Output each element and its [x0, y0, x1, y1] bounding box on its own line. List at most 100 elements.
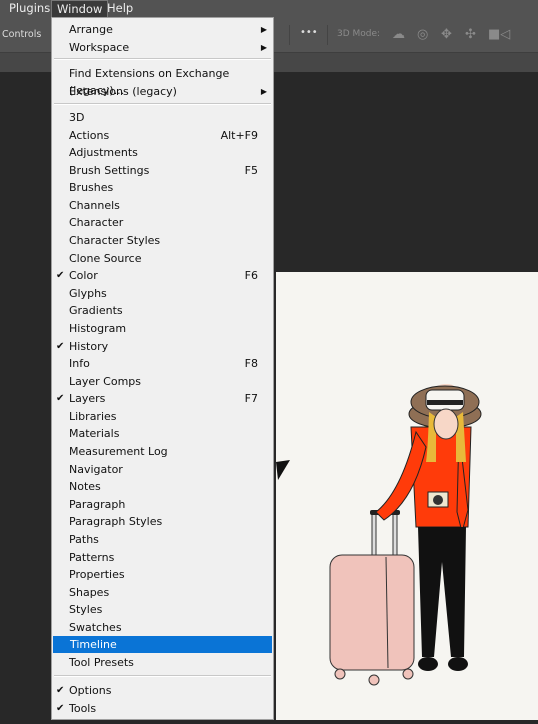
menu-item-3d[interactable]: 3D [52, 109, 273, 126]
menu-item-label: Libraries [69, 409, 117, 423]
more-options-button[interactable]: ••• [300, 27, 318, 38]
menu-item-histogram[interactable]: Histogram [52, 320, 273, 337]
menu-bar: Plugins Window Help [0, 0, 538, 17]
menu-item-label: Brush Settings [69, 163, 150, 177]
submenu-arrow-icon: ▶ [260, 25, 267, 34]
menu-item-label: Navigator [69, 462, 123, 476]
orbit-icon[interactable]: ☁ [392, 27, 405, 42]
3d-mode-label: 3D Mode: [337, 29, 381, 39]
menu-item-label: Brushes [69, 181, 114, 195]
menu-item-label: Properties [69, 568, 125, 582]
menu-item-label: Histogram [69, 321, 127, 335]
menu-item-adjustments[interactable]: Adjustments [52, 144, 273, 161]
menu-item-label: Patterns [69, 550, 115, 564]
menu-item-libraries[interactable]: Libraries [52, 408, 273, 425]
checkmark-icon: ✔ [56, 270, 65, 282]
menu-item-navigator[interactable]: Navigator [52, 461, 273, 478]
checkmark-icon: ✔ [56, 685, 65, 696]
menu-item-label: Layers [69, 392, 106, 406]
menu-separator [54, 58, 271, 60]
menu-item-patterns[interactable]: Patterns [52, 549, 273, 566]
controls-label: Controls [2, 29, 42, 40]
menu-item-label: Paragraph Styles [69, 515, 163, 529]
menu-item-gradients[interactable]: Gradients [52, 302, 273, 319]
menu-item-label: Materials [69, 427, 120, 441]
slide-icon[interactable]: ✣ [465, 27, 476, 42]
pan-icon[interactable]: ✥ [441, 27, 452, 42]
menu-item-label: Options [69, 684, 112, 697]
menu-item-character[interactable]: Character [52, 214, 273, 231]
checkmark-icon: ✔ [56, 702, 65, 714]
menu-item-label: Notes [69, 480, 101, 494]
menu-item-workspace[interactable]: Workspace ▶ [52, 39, 273, 56]
menu-item-properties[interactable]: Properties [52, 566, 273, 583]
menu-item-label: Channels [69, 198, 120, 212]
menu-item-label: History [69, 339, 109, 353]
document-canvas [276, 272, 538, 720]
menu-window[interactable]: Window [51, 0, 109, 17]
menu-item-styles[interactable]: Styles [52, 601, 273, 618]
menu-item-shapes[interactable]: Shapes [52, 584, 273, 601]
menu-separator [54, 675, 271, 677]
menu-item-label: Actions [69, 128, 110, 142]
menu-plugins[interactable]: Plugins [4, 0, 55, 17]
shortcut-label: F8 [244, 357, 258, 371]
menu-item-materials[interactable]: Materials [52, 425, 273, 442]
menu-item-layer-comps[interactable]: Layer Comps [52, 373, 273, 390]
divider [289, 25, 290, 45]
menu-item-extensions-legacy[interactable]: Extensions (legacy) ▶ [52, 83, 273, 100]
menu-item-paragraph[interactable]: Paragraph [52, 496, 273, 513]
menu-item-label: Character Styles [69, 234, 161, 248]
menu-item-label: Color [69, 269, 98, 283]
camera-icon[interactable]: ■◁ [488, 27, 510, 42]
menu-item-label: Glyphs [69, 286, 107, 300]
menu-item-tools[interactable]: ✔ Tools [52, 700, 273, 717]
menu-item-label: Extensions (legacy) [69, 85, 177, 98]
menu-item-tool-presets[interactable]: Tool Presets [52, 654, 273, 671]
menu-item-clone-source[interactable]: Clone Source [52, 250, 273, 267]
menu-item-label: Tools [69, 701, 97, 715]
menu-item-character-styles[interactable]: Character Styles [52, 232, 273, 249]
menu-item-notes[interactable]: Notes [52, 478, 273, 495]
menu-help[interactable]: Help [102, 0, 138, 17]
menu-item-find-extensions-on-exchange-legacy[interactable]: Find Extensions on Exchange (legacy)... [52, 65, 273, 97]
menu-item-label: Arrange [69, 23, 113, 36]
menu-item-label: Info [69, 357, 90, 371]
shortcut-label: Alt+F9 [220, 128, 258, 142]
shortcut-label: F5 [244, 163, 258, 177]
menu-item-label: Layer Comps [69, 374, 142, 388]
menu-item-history[interactable]: ✔ History [52, 338, 273, 355]
menu-item-label: Workspace [69, 40, 130, 54]
menu-item-layers[interactable]: ✔ Layers F7 [52, 390, 273, 407]
illustration-traveler [276, 384, 482, 686]
menu-item-paths[interactable]: Paths [52, 531, 273, 548]
menu-separator [54, 103, 271, 105]
menu-item-label: Paragraph [69, 497, 126, 511]
shortcut-label: F7 [244, 392, 258, 406]
menu-item-swatches[interactable]: Swatches [52, 619, 273, 636]
menu-item-label: Tool Presets [69, 655, 134, 669]
menu-item-brush-settings[interactable]: Brush Settings F5 [52, 162, 273, 179]
menu-item-actions[interactable]: Actions Alt+F9 [52, 127, 273, 144]
menu-item-timeline[interactable]: Timeline [53, 636, 272, 654]
menu-item-label: Timeline [70, 638, 117, 652]
menu-item-info[interactable]: Info F8 [52, 355, 273, 372]
menu-item-color[interactable]: ✔ Color F6 [52, 267, 273, 284]
menu-item-glyphs[interactable]: Glyphs [52, 285, 273, 302]
menu-item-label: Styles [69, 603, 103, 617]
menu-item-label: Gradients [69, 304, 123, 318]
menu-item-label: Shapes [69, 585, 110, 599]
menu-item-options[interactable]: ✔ Options [52, 682, 273, 699]
menu-item-brushes[interactable]: Brushes [52, 179, 273, 196]
divider [327, 25, 328, 45]
roll-icon[interactable]: ◎ [417, 27, 428, 42]
menu-item-label: Adjustments [69, 146, 138, 160]
menu-item-label: Swatches [69, 620, 122, 634]
menu-item-channels[interactable]: Channels [52, 197, 273, 214]
menu-item-label: Character [69, 216, 124, 230]
menu-item-arrange[interactable]: Arrange ▶ [52, 21, 273, 38]
menu-item-label: Clone Source [69, 251, 142, 265]
menu-item-measurement-log[interactable]: Measurement Log [52, 443, 273, 460]
shortcut-label: F6 [244, 269, 258, 283]
menu-item-paragraph-styles[interactable]: Paragraph Styles [52, 513, 273, 530]
